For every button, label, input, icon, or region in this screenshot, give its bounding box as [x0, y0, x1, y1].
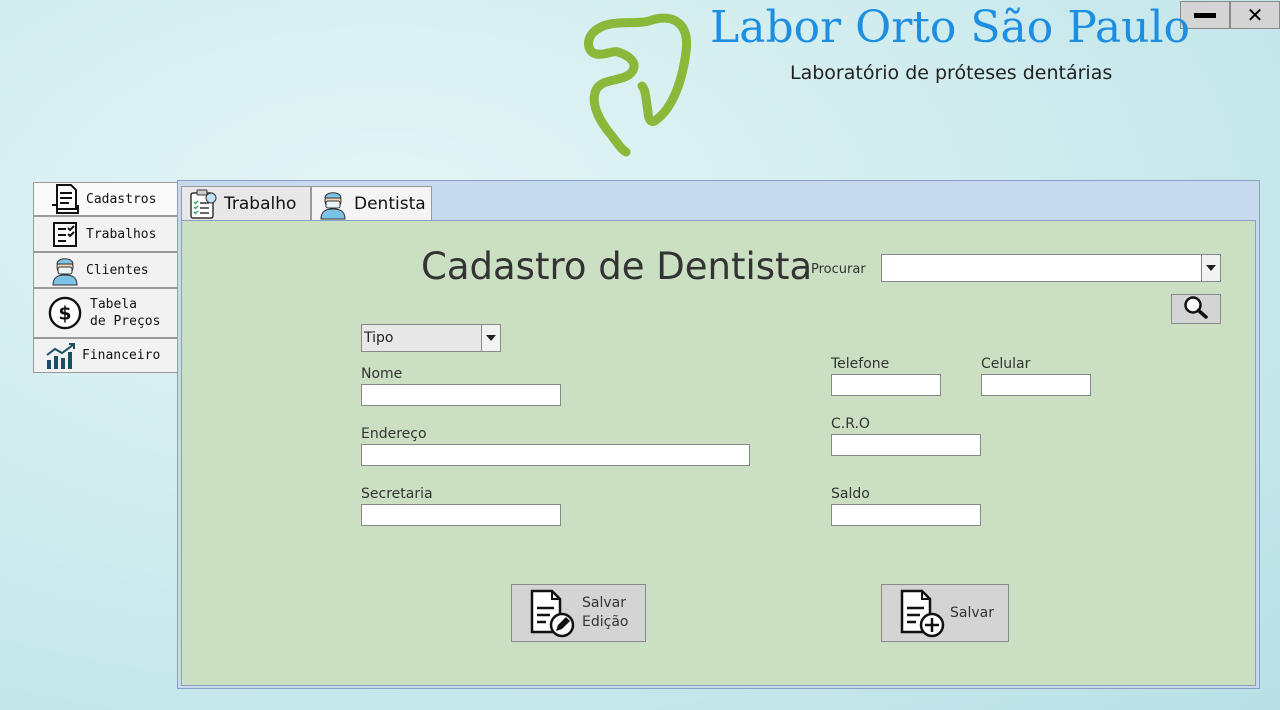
sidebar-item-label: Cadastros	[86, 191, 157, 207]
sidebar-item-label: Tabela	[90, 297, 137, 312]
minimize-icon	[1194, 12, 1216, 18]
sidebar-item-trabalhos[interactable]: Trabalhos	[33, 216, 178, 252]
sidebar-item-label: Financeiro	[82, 348, 161, 363]
chevron-down-icon[interactable]	[1201, 255, 1220, 281]
dentist-icon	[48, 255, 82, 286]
secretaria-label: Secretaria	[361, 486, 433, 502]
cro-input[interactable]	[832, 435, 980, 455]
saldo-input[interactable]	[832, 505, 980, 525]
sidebar-item-label: Trabalhos	[86, 226, 157, 242]
sidebar-item-cadastros[interactable]: Cadastros	[33, 182, 178, 216]
secretaria-input[interactable]	[362, 505, 560, 525]
chevron-down-icon[interactable]	[481, 325, 500, 351]
nome-label: Nome	[361, 366, 403, 382]
tab-label: Dentista	[354, 193, 426, 214]
celular-field[interactable]	[981, 374, 1091, 396]
celular-input[interactable]	[982, 375, 1090, 395]
endereco-field[interactable]	[361, 444, 750, 466]
document-list-icon	[48, 184, 82, 214]
save-edit-label-2: Edição	[582, 614, 629, 630]
chart-icon	[44, 341, 78, 371]
sidebar-item-financeiro[interactable]: Financeiro	[33, 338, 178, 373]
save-label: Salvar	[950, 604, 994, 621]
tab-dentista[interactable]: Dentista	[311, 186, 432, 220]
dentist-icon	[318, 189, 348, 219]
cro-field[interactable]	[831, 434, 981, 456]
sidebar-item-label: Clientes	[86, 262, 149, 278]
tab-trabalho[interactable]: Trabalho	[181, 186, 311, 220]
tab-label: Trabalho	[224, 193, 297, 214]
nome-field[interactable]	[361, 384, 561, 406]
sidebar-item-tabela-precos[interactable]: $ Tabela de Preços	[33, 288, 178, 338]
tipo-select-value: Tipo	[364, 330, 394, 346]
search-label: Procurar	[811, 262, 866, 277]
sidebar-item-label-line2: de Preços	[90, 314, 161, 329]
telefone-field[interactable]	[831, 374, 941, 396]
cro-label: C.R.O	[831, 416, 870, 432]
save-edit-label-1: Salvar	[582, 595, 626, 611]
saldo-field[interactable]	[831, 504, 981, 526]
saldo-label: Saldo	[831, 486, 870, 502]
telefone-label: Telefone	[831, 356, 890, 372]
search-dropdown[interactable]	[881, 254, 1221, 282]
nome-input[interactable]	[362, 385, 560, 405]
secretaria-field[interactable]	[361, 504, 561, 526]
dollar-icon: $	[48, 293, 82, 333]
save-button[interactable]: Salvar	[881, 584, 1009, 642]
save-edit-button[interactable]: Salvar Edição	[511, 584, 646, 642]
document-add-icon	[896, 588, 946, 638]
search-button[interactable]	[1171, 294, 1221, 324]
search-dropdown-value	[882, 255, 1201, 281]
clipboard-tooth-icon	[188, 189, 218, 219]
endereco-label: Endereço	[361, 426, 427, 442]
telefone-input[interactable]	[832, 375, 940, 395]
endereco-input[interactable]	[362, 445, 749, 465]
svg-text:$: $	[58, 303, 71, 325]
tooth-logo-icon	[582, 12, 692, 157]
sidebar-item-clientes[interactable]: Clientes	[33, 252, 178, 288]
tipo-select[interactable]: Tipo	[361, 324, 501, 352]
app-subtitle: Laboratório de próteses dentárias	[790, 62, 1113, 84]
checklist-icon	[48, 219, 82, 249]
app-title: Labor Orto São Paulo	[710, 2, 1191, 53]
page-title: Cadastro de Dentista	[421, 245, 813, 288]
close-button[interactable]: ✕	[1230, 1, 1280, 29]
document-edit-icon	[526, 588, 576, 638]
close-icon: ✕	[1246, 3, 1264, 27]
celular-label: Celular	[981, 356, 1031, 372]
search-icon	[1183, 295, 1209, 323]
